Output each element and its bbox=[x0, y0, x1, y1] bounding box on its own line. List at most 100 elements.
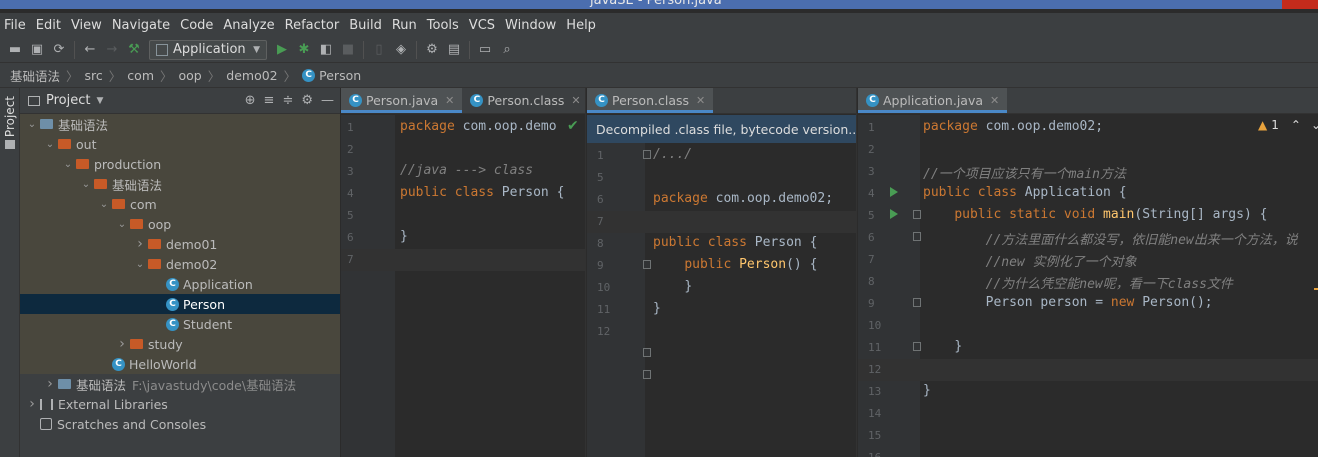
run-icon[interactable]: ▶ bbox=[271, 39, 293, 61]
code-line[interactable]: public class Person { bbox=[653, 235, 817, 250]
fold-marker-icon[interactable] bbox=[643, 370, 651, 379]
tab-application-java[interactable]: C Application.java ✕ bbox=[858, 88, 1008, 113]
code-line[interactable]: } bbox=[400, 229, 408, 244]
chevron-down-icon[interactable]: ▼ bbox=[96, 96, 103, 106]
tree-item[interactable]: › External Libraries bbox=[20, 394, 340, 414]
menu-tools[interactable]: Tools bbox=[427, 18, 459, 33]
code-line[interactable]: } bbox=[923, 339, 962, 354]
code-line[interactable]: public static void main(String[] args) { bbox=[923, 207, 1267, 222]
tree-item[interactable]: Scratches and Consoles bbox=[20, 414, 340, 434]
project-panel-title[interactable]: Project bbox=[46, 93, 90, 108]
breadcrumb-item-src[interactable]: src bbox=[85, 68, 103, 83]
tree-item[interactable]: C Person bbox=[20, 294, 340, 314]
chevron-down-icon[interactable]: ⌄ bbox=[78, 179, 94, 190]
terminal-window-icon[interactable]: ▭ bbox=[474, 39, 496, 61]
chevron-down-icon[interactable]: ⌄ bbox=[1311, 118, 1318, 132]
code-line[interactable]: public class Person { bbox=[400, 185, 564, 200]
tree-item[interactable]: ⌄ com bbox=[20, 194, 340, 214]
breadcrumb-item-com[interactable]: com bbox=[127, 68, 154, 83]
tree-item[interactable]: › study bbox=[20, 334, 340, 354]
chevron-down-icon[interactable]: ⌄ bbox=[132, 259, 148, 270]
collapse-all-icon[interactable]: ≑ bbox=[282, 93, 293, 108]
fold-marker-icon[interactable] bbox=[643, 150, 651, 159]
search-icon[interactable]: ⌕ bbox=[496, 39, 518, 61]
tree-item[interactable]: ⌄ 基础语法 bbox=[20, 174, 340, 194]
tree-item[interactable]: › demo01 bbox=[20, 234, 340, 254]
tree-item[interactable]: ⌄ demo02 bbox=[20, 254, 340, 274]
chevron-down-icon[interactable]: ⌄ bbox=[114, 219, 130, 230]
menu-build[interactable]: Build bbox=[349, 18, 382, 33]
tree-item[interactable]: C Application bbox=[20, 274, 340, 294]
fold-marker-icon[interactable] bbox=[913, 342, 921, 351]
run-gutter-icon[interactable] bbox=[890, 187, 898, 197]
tree-item[interactable]: C Student bbox=[20, 314, 340, 334]
breadcrumb-item-person[interactable]: Person bbox=[319, 68, 361, 83]
back-arrow-icon[interactable]: ← bbox=[79, 39, 101, 61]
breadcrumb-item-demo02[interactable]: demo02 bbox=[226, 68, 277, 83]
tree-item[interactable]: ⌄ 基础语法 bbox=[20, 114, 340, 134]
chevron-down-icon[interactable]: ⌄ bbox=[42, 139, 58, 150]
forward-arrow-icon[interactable]: → bbox=[101, 39, 123, 61]
stop-icon[interactable]: ■ bbox=[337, 39, 359, 61]
tab-person-class[interactable]: C Person.class ✕ bbox=[462, 88, 585, 113]
code-line[interactable]: //new 实例化了一个对象 bbox=[923, 251, 1137, 270]
code-line[interactable]: public class Application { bbox=[923, 185, 1127, 200]
chevron-down-icon[interactable]: ⌄ bbox=[24, 119, 40, 130]
code-line[interactable]: package com.oop.demo02; bbox=[923, 119, 1103, 134]
fold-marker-icon[interactable] bbox=[913, 298, 921, 307]
run-configuration-select[interactable]: Application ▼ bbox=[149, 39, 267, 60]
code-line[interactable]: //方法里面什么都没写，依旧能new出来一个方法，说 bbox=[923, 229, 1298, 248]
menu-file[interactable]: File bbox=[4, 18, 26, 33]
open-folder-icon[interactable]: ▬ bbox=[4, 39, 26, 61]
code-line[interactable]: //java ---> class bbox=[400, 163, 533, 178]
close-window-button[interactable] bbox=[1282, 0, 1318, 9]
close-tab-icon[interactable]: ✕ bbox=[990, 94, 999, 107]
project-tool-window-button[interactable]: Project bbox=[3, 96, 17, 137]
menu-code[interactable]: Code bbox=[180, 18, 213, 33]
code-line[interactable]: package com.oop.demo bbox=[400, 119, 557, 134]
run-with-coverage-icon[interactable]: ◧ bbox=[315, 39, 337, 61]
fold-marker-icon[interactable] bbox=[643, 348, 651, 357]
tree-item[interactable]: ⌄ out bbox=[20, 134, 340, 154]
save-all-icon[interactable]: ▣ bbox=[26, 39, 48, 61]
fold-marker-icon[interactable] bbox=[913, 210, 921, 219]
attach-debugger-icon[interactable]: ▯ bbox=[368, 39, 390, 61]
code-line[interactable]: } bbox=[653, 279, 692, 294]
sync-icon[interactable]: ⟳ bbox=[48, 39, 70, 61]
close-tab-icon[interactable]: ✕ bbox=[696, 94, 705, 107]
inspection-widget[interactable]: ▲ 1 ⌃ ⌄ bbox=[1258, 118, 1318, 132]
breadcrumb-item-module[interactable]: 基础语法 bbox=[10, 66, 60, 85]
close-tab-icon[interactable]: ✕ bbox=[571, 94, 580, 107]
error-stripe-mark[interactable] bbox=[1314, 288, 1318, 290]
tab-person-java[interactable]: C Person.java ✕ bbox=[341, 88, 463, 113]
code-line[interactable]: } bbox=[653, 301, 661, 316]
code-line[interactable]: //一个项目应该只有一个main方法 bbox=[923, 163, 1126, 182]
chevron-right-icon[interactable]: › bbox=[132, 236, 148, 252]
menu-window[interactable]: Window bbox=[505, 18, 556, 33]
code-line[interactable]: package com.oop.demo02; bbox=[653, 191, 833, 206]
menu-edit[interactable]: Edit bbox=[36, 18, 61, 33]
chevron-down-icon[interactable]: ⌄ bbox=[60, 159, 76, 170]
code-line[interactable]: } bbox=[923, 383, 931, 398]
tree-item[interactable]: ⌄ production bbox=[20, 154, 340, 174]
chevron-right-icon[interactable]: › bbox=[24, 396, 40, 412]
tree-item[interactable]: ⌄ oop bbox=[20, 214, 340, 234]
code-line[interactable]: public Person() { bbox=[653, 257, 817, 272]
locate-crosshair-icon[interactable]: ⊕ bbox=[245, 93, 256, 108]
tree-item[interactable]: C HelloWorld bbox=[20, 354, 340, 374]
code-line[interactable]: //为什么凭空能new呢，看一下class文件 bbox=[923, 273, 1233, 292]
menu-analyze[interactable]: Analyze bbox=[223, 18, 274, 33]
hide-minus-icon[interactable]: — bbox=[321, 93, 334, 108]
close-tab-icon[interactable]: ✕ bbox=[445, 94, 454, 107]
chevron-right-icon[interactable]: › bbox=[114, 336, 130, 352]
menu-help[interactable]: Help bbox=[566, 18, 596, 33]
menu-refactor[interactable]: Refactor bbox=[285, 18, 340, 33]
menu-view[interactable]: View bbox=[71, 18, 102, 33]
tab-person-class[interactable]: C Person.class ✕ bbox=[587, 88, 714, 113]
build-hammer-icon[interactable]: ⚒ bbox=[123, 39, 145, 61]
structure-tool-icon[interactable] bbox=[5, 140, 15, 149]
debug-bug-icon[interactable]: ✱ bbox=[293, 39, 315, 61]
chevron-down-icon[interactable]: ⌄ bbox=[96, 199, 112, 210]
code-line[interactable]: Person person = new Person(); bbox=[923, 295, 1213, 310]
menu-vcs[interactable]: VCS bbox=[469, 18, 495, 33]
